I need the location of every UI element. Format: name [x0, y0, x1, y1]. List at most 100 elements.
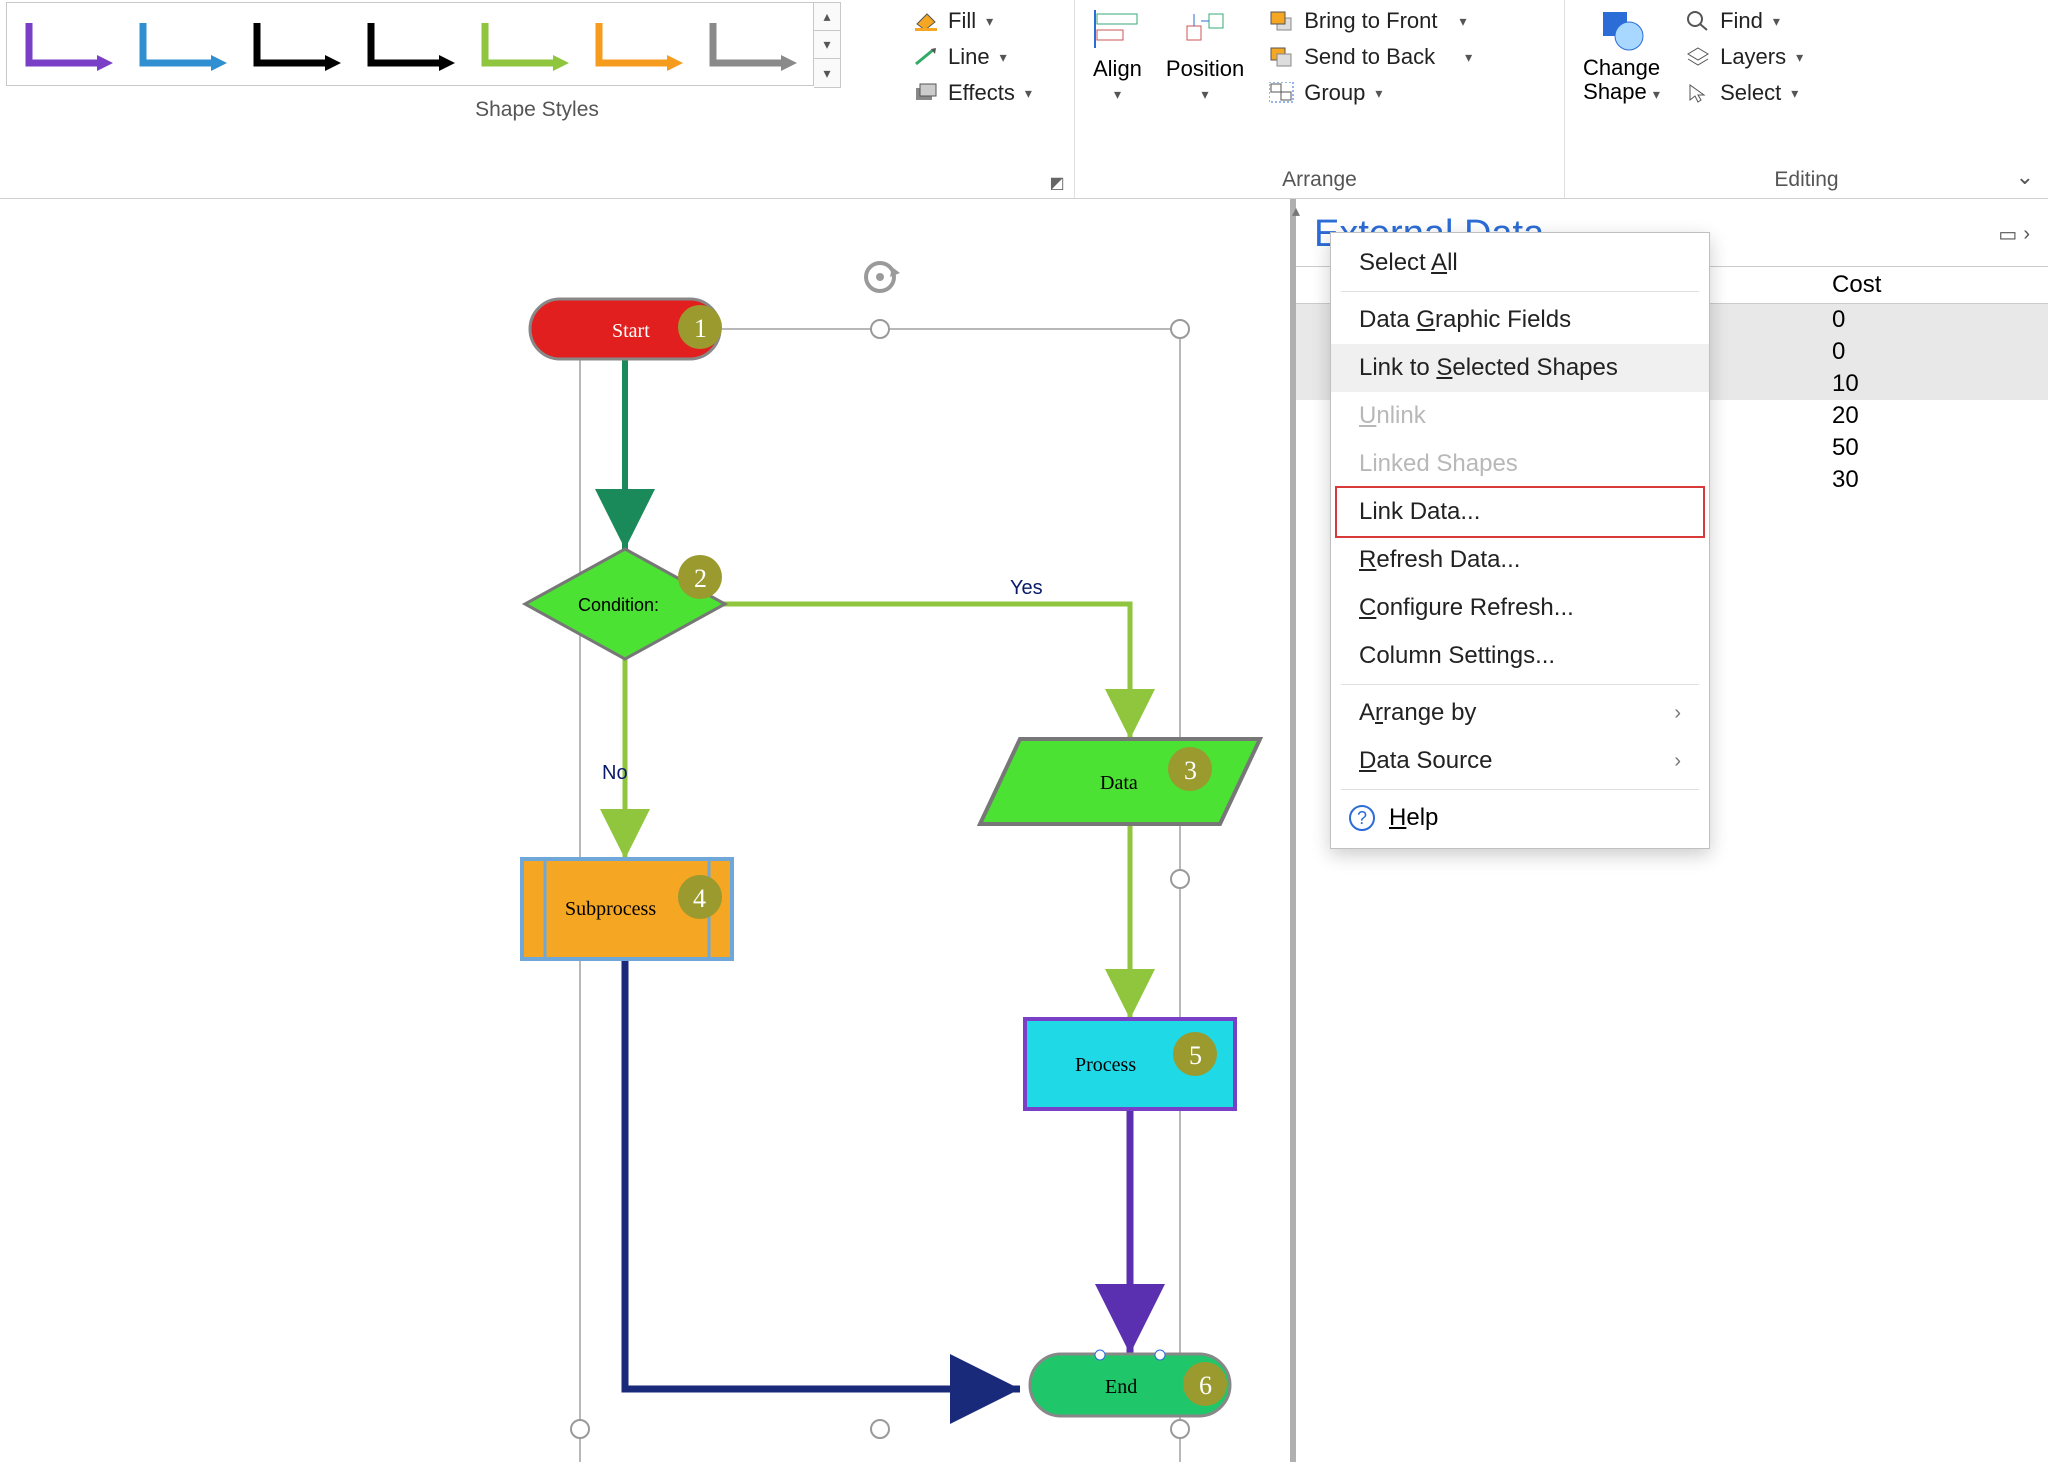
gallery-up-button[interactable]: ▴ [814, 3, 840, 31]
group-button[interactable]: Group▾ [1264, 78, 1476, 108]
style-swatch-5[interactable] [583, 9, 693, 79]
shape-styles-dialog-launcher[interactable]: ◩ [1046, 172, 1068, 194]
style-swatch-1[interactable] [127, 9, 237, 79]
group-shape-styles: ▴ ▾ ▾ Shape Styles ◩ Fill▾ Line▾ [0, 0, 1075, 198]
arrange-group-label: Arrange [1081, 164, 1558, 194]
svg-text:1: 1 [694, 314, 707, 343]
find-label: Find [1720, 8, 1763, 34]
svg-text:6: 6 [1199, 1371, 1212, 1400]
find-icon [1684, 9, 1712, 33]
cm-link-data[interactable]: Link Data... [1335, 486, 1705, 538]
style-swatch-4[interactable] [469, 9, 579, 79]
flowchart-svg: Yes No Start 1 Condition: 2 Data 3 [0, 199, 1290, 1462]
cm-unlink: Unlink [1331, 392, 1709, 440]
shape-end[interactable]: End 6 [1030, 1350, 1230, 1416]
rotation-handle-icon[interactable] [866, 263, 900, 291]
gallery-more-button[interactable]: ▾ [814, 59, 840, 87]
change-shape-button[interactable]: Change Shape ▾ [1571, 2, 1672, 132]
ribbon: ▴ ▾ ▾ Shape Styles ◩ Fill▾ Line▾ [0, 0, 2048, 199]
send-back-icon [1268, 45, 1296, 69]
fill-icon [912, 9, 940, 33]
select-button[interactable]: Select▾ [1680, 78, 1807, 108]
edge-no-label: No [602, 762, 628, 784]
position-button[interactable]: Position▾ [1154, 2, 1256, 132]
cm-column-settings[interactable]: Column Settings... [1331, 632, 1709, 680]
style-swatch-3[interactable] [355, 9, 465, 79]
line-label: Line [948, 44, 990, 70]
subprocess-label: Subprocess [565, 898, 656, 920]
data-label: Data [1100, 772, 1138, 794]
workspace: Yes No Start 1 Condition: 2 Data 3 [0, 199, 2048, 1462]
fill-button[interactable]: Fill▾ [908, 6, 1036, 36]
shape-start[interactable]: Start 1 [530, 299, 722, 359]
shape-condition[interactable]: Condition: 2 [525, 549, 725, 659]
group-label: Group [1304, 80, 1365, 106]
col-cost[interactable]: Cost [1818, 267, 1988, 304]
fill-label: Fill [948, 8, 976, 34]
help-icon: ? [1349, 805, 1375, 831]
change-shape-label1: Change [1583, 55, 1660, 80]
condition-label: Condition: [578, 595, 659, 615]
cm-link-selected[interactable]: Link to Selected Shapes [1331, 344, 1709, 392]
bring-front-label: Bring to Front [1304, 8, 1437, 34]
select-label: Select [1720, 80, 1781, 106]
panel-collapse-icon[interactable]: ▴ [1292, 201, 1300, 221]
position-icon [1181, 8, 1229, 52]
style-swatch-0[interactable] [13, 9, 123, 79]
align-label: Align [1093, 56, 1142, 82]
change-shape-icon [1597, 8, 1647, 52]
drawing-canvas[interactable]: Yes No Start 1 Condition: 2 Data 3 [0, 199, 1290, 1462]
find-button[interactable]: Find▾ [1680, 6, 1807, 36]
send-back-label: Send to Back [1304, 44, 1435, 70]
context-menu: Select All Data Graphic Fields Link to S… [1330, 232, 1710, 849]
edge-yes-label: Yes [1010, 577, 1043, 599]
change-shape-label2: Shape [1583, 79, 1647, 104]
layers-button[interactable]: Layers▾ [1680, 42, 1807, 72]
cm-configure[interactable]: Configure Refresh... [1331, 584, 1709, 632]
bring-front-icon [1268, 9, 1296, 33]
send-to-back-button[interactable]: Send to Back▾ [1264, 42, 1476, 72]
editing-group-label: Editing [1571, 164, 2042, 194]
process-label: Process [1075, 1054, 1136, 1076]
svg-text:5: 5 [1189, 1041, 1202, 1070]
cm-data-graphic[interactable]: Data Graphic Fields [1331, 296, 1709, 344]
bring-to-front-button[interactable]: Bring to Front▾ [1264, 6, 1476, 36]
shape-subprocess[interactable]: Subprocess 4 [522, 859, 732, 959]
cm-linked-shapes: Linked Shapes [1331, 440, 1709, 488]
end-label: End [1105, 1376, 1137, 1398]
position-label: Position [1166, 56, 1244, 82]
select-icon [1684, 81, 1712, 105]
svg-text:4: 4 [693, 884, 706, 913]
style-swatch-2[interactable] [241, 9, 351, 79]
ribbon-collapse-button[interactable]: ⌄ [2016, 164, 2034, 190]
effects-icon [912, 81, 940, 105]
gallery-down-button[interactable]: ▾ [814, 31, 840, 59]
group-editing: Change Shape ▾ Find▾ Layers▾ Select▾ [1565, 0, 2048, 198]
panel-window-icon[interactable]: ▭ [1998, 222, 2017, 247]
cm-refresh[interactable]: Refresh Data... [1331, 536, 1709, 584]
svg-text:2: 2 [694, 564, 707, 593]
panel-close-icon[interactable]: › [2023, 223, 2030, 246]
align-button[interactable]: Align▾ [1081, 2, 1154, 132]
cm-select-all[interactable]: Select All [1331, 239, 1709, 287]
cm-arrange-by[interactable]: Arrange by› [1331, 689, 1709, 737]
gallery-scroll: ▴ ▾ ▾ [814, 2, 841, 88]
cm-data-source[interactable]: Data Source› [1331, 737, 1709, 785]
shape-styles-label: Shape Styles [475, 94, 599, 124]
start-label: Start [612, 320, 650, 342]
line-icon [912, 45, 940, 69]
svg-text:3: 3 [1184, 756, 1197, 785]
shape-process[interactable]: Process 5 [1025, 1019, 1235, 1109]
cm-help[interactable]: ? Help [1331, 794, 1709, 842]
effects-button[interactable]: Effects▾ [908, 78, 1036, 108]
style-swatch-6[interactable] [697, 9, 807, 79]
line-button[interactable]: Line▾ [908, 42, 1036, 72]
group-arrange: Align▾ Position▾ Bring to Front▾ Send to… [1075, 0, 1565, 198]
shape-data[interactable]: Data 3 [980, 739, 1260, 824]
group-icon [1268, 81, 1296, 105]
layers-label: Layers [1720, 44, 1786, 70]
align-icon [1093, 8, 1141, 52]
layers-icon [1684, 45, 1712, 69]
gallery-items[interactable] [6, 2, 814, 86]
effects-label: Effects [948, 80, 1015, 106]
